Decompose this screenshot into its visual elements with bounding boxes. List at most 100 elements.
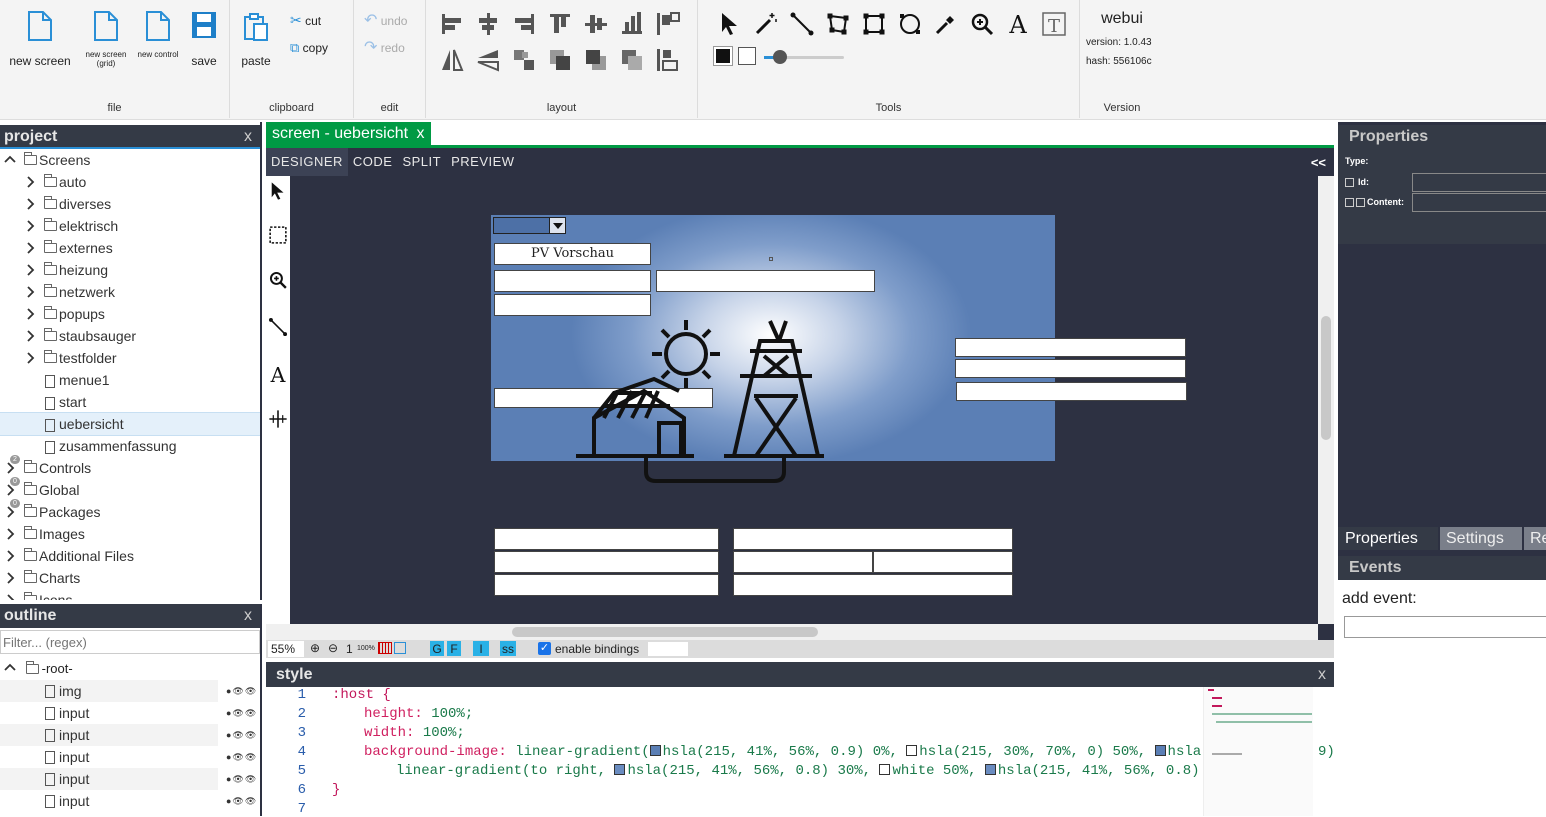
rectangle-tool-icon[interactable] bbox=[860, 10, 888, 38]
collapse-button[interactable]: << bbox=[1311, 155, 1326, 170]
tree-item-controls[interactable]: 2 Controls bbox=[0, 455, 260, 479]
toggle-f[interactable]: F bbox=[447, 641, 461, 656]
text-tool-icon[interactable]: A bbox=[1004, 10, 1032, 38]
color-swatch[interactable] bbox=[984, 764, 996, 775]
align-middle-icon[interactable] bbox=[582, 10, 610, 38]
redo-button[interactable]: ↷ redo bbox=[364, 37, 424, 57]
tree-item-netzwerk[interactable]: netzwerk bbox=[0, 281, 260, 303]
tab-designer[interactable]: DESIGNER bbox=[266, 148, 348, 176]
enable-bindings-checkbox[interactable]: ✓ bbox=[538, 642, 551, 655]
tree-item-icons[interactable]: Icons bbox=[0, 589, 260, 600]
tree-item-start[interactable]: start bbox=[0, 391, 260, 413]
chevron-right-icon[interactable] bbox=[4, 550, 16, 562]
zoom-one[interactable]: 1 bbox=[346, 641, 353, 657]
tab-code[interactable]: CODE bbox=[348, 148, 398, 176]
align-bottom-icon[interactable] bbox=[618, 10, 646, 38]
color-swatch[interactable] bbox=[614, 764, 626, 775]
tree-item-charts[interactable]: Charts bbox=[0, 567, 260, 589]
fill-color-swatch[interactable] bbox=[713, 46, 733, 66]
tree-item-auto[interactable]: auto bbox=[0, 171, 260, 193]
outline-item[interactable]: input ●👁👁 bbox=[0, 724, 260, 746]
canvas-title-box[interactable]: PV Vorschau bbox=[494, 243, 651, 265]
tab-uebersicht[interactable]: screen - uebersicht x bbox=[266, 122, 431, 145]
chevron-right-icon[interactable] bbox=[4, 528, 16, 540]
outline-item[interactable]: input ●👁👁 bbox=[0, 768, 260, 790]
align-top-icon[interactable] bbox=[546, 10, 574, 38]
size-icon[interactable] bbox=[654, 46, 682, 74]
tree-item-heizung[interactable]: heizung bbox=[0, 259, 260, 281]
toggle-ss[interactable]: ss bbox=[500, 641, 516, 656]
canvas-dropdown[interactable] bbox=[493, 217, 566, 234]
bring-front-icon[interactable] bbox=[546, 46, 574, 74]
zoom-in-icon[interactable]: ⊕ bbox=[310, 640, 320, 656]
bindings-input[interactable] bbox=[648, 642, 688, 656]
color-swatch[interactable] bbox=[649, 745, 661, 756]
copy-button[interactable]: ⧉ copy bbox=[290, 40, 350, 56]
canvas-input[interactable] bbox=[955, 359, 1186, 378]
text-tool-icon[interactable]: A bbox=[267, 362, 289, 386]
id-input[interactable] bbox=[1412, 173, 1546, 192]
align-right-icon[interactable] bbox=[510, 10, 538, 38]
color-swatch[interactable] bbox=[906, 745, 918, 756]
align-center-icon[interactable] bbox=[474, 10, 502, 38]
color-swatch[interactable] bbox=[879, 764, 891, 775]
visibility-toggle-icon[interactable]: ●👁👁 bbox=[218, 702, 260, 724]
canvas-input[interactable] bbox=[494, 574, 719, 596]
outline-item[interactable]: input ●👁👁 bbox=[0, 746, 260, 768]
zoom-out-icon[interactable]: ⊖ bbox=[328, 640, 338, 656]
tree-item-uebersicht[interactable]: uebersicht bbox=[0, 412, 260, 436]
horizontal-scrollbar[interactable] bbox=[266, 624, 1318, 640]
grid-icon[interactable] bbox=[378, 642, 392, 654]
canvas-input[interactable] bbox=[956, 382, 1187, 401]
outline-item[interactable]: input ●👁👁 bbox=[0, 790, 260, 812]
pointer-icon[interactable] bbox=[716, 10, 744, 38]
tree-item-packages[interactable]: 0 Packages bbox=[0, 499, 260, 523]
align-left-icon[interactable] bbox=[438, 10, 466, 38]
chevron-right-icon[interactable] bbox=[4, 572, 16, 584]
stroke-color-swatch[interactable] bbox=[738, 47, 756, 65]
vertical-scrollbar[interactable] bbox=[1318, 176, 1334, 624]
send-back-icon[interactable] bbox=[582, 46, 610, 74]
canvas-input[interactable] bbox=[494, 528, 719, 550]
tree-item-global[interactable]: 0 Global bbox=[0, 477, 260, 501]
canvas-input[interactable] bbox=[733, 551, 873, 573]
chevron-right-icon[interactable] bbox=[24, 352, 36, 364]
chevron-right-icon[interactable] bbox=[24, 264, 36, 276]
content-checkbox[interactable] bbox=[1345, 198, 1354, 207]
move-icon[interactable] bbox=[267, 408, 289, 430]
ellipse-tool-icon[interactable] bbox=[896, 10, 924, 38]
outline-root[interactable]: -root- bbox=[4, 658, 73, 680]
outline-filter-input[interactable] bbox=[0, 630, 260, 654]
magic-wand-icon[interactable] bbox=[752, 10, 780, 38]
group-icon[interactable] bbox=[510, 46, 538, 74]
tree-item-menue1[interactable]: menue1 bbox=[0, 369, 260, 391]
cut-button[interactable]: ✂ cut bbox=[290, 12, 350, 29]
line-tool-icon[interactable] bbox=[267, 316, 289, 338]
style-code-editor[interactable]: 1 2 3 4 5 6 7 :host { height: 100%; widt… bbox=[266, 687, 1335, 817]
zoom-icon[interactable] bbox=[267, 269, 289, 291]
tab-preview[interactable]: PREVIEW bbox=[446, 148, 519, 176]
close-tab-button[interactable]: x bbox=[417, 125, 425, 142]
toggle-i[interactable]: I bbox=[473, 641, 489, 656]
canvas-input[interactable] bbox=[955, 338, 1186, 357]
textbox-tool-icon[interactable]: T bbox=[1040, 10, 1068, 38]
content-checkbox[interactable] bbox=[1356, 198, 1365, 207]
close-style-button[interactable]: x bbox=[1318, 662, 1326, 687]
distribute-icon[interactable] bbox=[654, 10, 682, 38]
new-control-button[interactable]: new control bbox=[134, 10, 182, 59]
tree-item-elektrisch[interactable]: elektrisch bbox=[0, 215, 260, 237]
flip-horizontal-icon[interactable] bbox=[438, 46, 466, 74]
color-swatch[interactable] bbox=[1154, 745, 1166, 756]
chevron-right-icon[interactable] bbox=[24, 220, 36, 232]
visibility-toggle-icon[interactable]: ●👁👁 bbox=[218, 768, 260, 790]
zoom-tool-icon[interactable] bbox=[968, 10, 996, 38]
tree-item-staubsauger[interactable]: staubsauger bbox=[0, 325, 260, 347]
chevron-right-icon[interactable] bbox=[24, 242, 36, 254]
undo-button[interactable]: ↶ undo bbox=[364, 10, 424, 30]
visibility-toggle-icon[interactable]: ●👁👁 bbox=[218, 724, 260, 746]
paste-button[interactable]: paste bbox=[236, 12, 276, 68]
tab-settings[interactable]: Settings bbox=[1440, 527, 1522, 550]
zoom-level[interactable]: 55% bbox=[268, 641, 304, 657]
canvas-input[interactable] bbox=[733, 528, 1013, 550]
toggle-g[interactable]: G bbox=[430, 641, 444, 656]
